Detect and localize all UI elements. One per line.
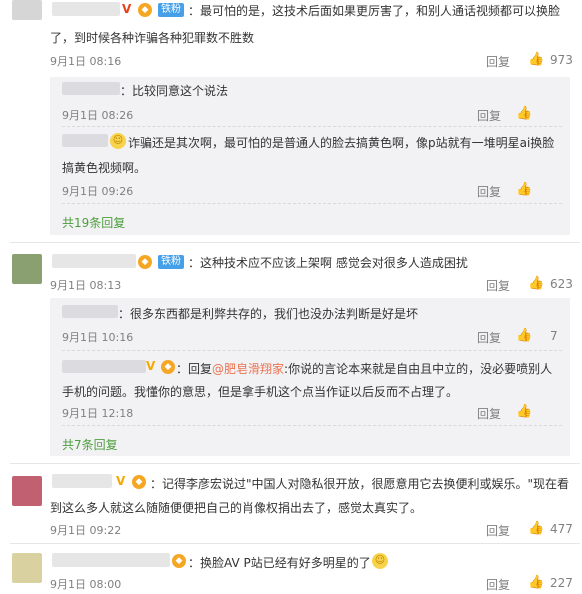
verified-badge: V	[122, 2, 132, 16]
timestamp: 9月1日 09:22	[50, 524, 122, 537]
reply-text: ：很多东西都是利弊共存的，我们也没办法判断是好是坏	[118, 307, 419, 321]
comment-text: ：换脸AV P站已经有好多明星的了	[188, 556, 371, 570]
reply-button[interactable]: 回复	[477, 107, 501, 124]
reply-prefix: ：回复	[176, 362, 213, 376]
verified-badge: V	[146, 359, 156, 373]
thumbs-up-icon[interactable]: 👍	[528, 521, 544, 536]
username-masked[interactable]	[52, 2, 120, 16]
divider	[62, 425, 562, 426]
fan-badge: 铁粉	[158, 3, 184, 17]
avatar[interactable]	[12, 553, 42, 583]
member-badge-icon: ◆	[132, 475, 146, 489]
thumbs-up-icon[interactable]: 👍	[528, 575, 544, 590]
comment-separator	[10, 242, 580, 243]
reply-text-line: :你说的言论本来就是自由且中立的，没必要喷别人	[284, 362, 553, 376]
like-count: 7	[550, 329, 558, 343]
thumbs-up-icon[interactable]: 👍	[516, 182, 532, 197]
fan-badge: 铁粉	[158, 255, 184, 269]
reply-button[interactable]: 回复	[486, 522, 510, 539]
reply-timestamp: 9月1日 09:26	[62, 185, 134, 198]
reply-timestamp: 9月1日 12:18	[62, 407, 134, 420]
like-count: 973	[550, 53, 573, 67]
mention-link[interactable]: @肥皂滑翔家	[212, 362, 284, 376]
verified-badge: V	[116, 474, 126, 488]
thumbs-up-icon[interactable]: 👍	[528, 52, 544, 67]
smiley-emoji-icon: ☺	[372, 553, 388, 569]
avatar[interactable]	[12, 0, 42, 20]
avatar[interactable]	[12, 254, 42, 284]
reply-timestamp: 9月1日 08:26	[62, 109, 134, 122]
reply-timestamp: 9月1日 10:16	[62, 331, 134, 344]
divider	[62, 126, 562, 127]
comment-separator	[10, 463, 580, 464]
comment-text: ：记得李彦宏说过"中国人对隐私很开放，很愿意用它去换便利或娱乐。"现在看	[150, 477, 570, 491]
more-replies-link[interactable]: 共7条回复	[62, 436, 118, 453]
reply-text: 手机的问题。我懂你的意思，但是拿手机这个点当作证以后反而不占理了。	[62, 385, 459, 399]
reply-username-masked[interactable]	[62, 305, 118, 318]
timestamp: 9月1日 08:16	[50, 55, 122, 68]
reply-text: ：比较同意这个说法	[120, 84, 229, 98]
member-badge-icon: ◆	[138, 255, 152, 269]
thumbs-up-icon[interactable]: 👍	[516, 404, 532, 419]
member-badge-icon: ◆	[172, 554, 186, 568]
like-count: 477	[550, 522, 573, 536]
reply-text: 搞黄色视频啊。	[62, 161, 147, 175]
reply-button[interactable]: 回复	[477, 183, 501, 200]
comment-text: 到这么多人就这么随随便便把自己的肖像权捐出去了，感觉太真实了。	[50, 501, 423, 515]
reply-button[interactable]: 回复	[486, 277, 510, 294]
comment-text: ：这种技术应不应该上架啊 感觉会对很多人造成困扰	[188, 256, 468, 270]
timestamp: 9月1日 08:13	[50, 279, 122, 292]
comment-separator	[10, 543, 580, 544]
member-badge-icon: ◆	[138, 3, 152, 17]
username-masked[interactable]	[52, 553, 170, 567]
reply-button[interactable]: 回复	[486, 576, 510, 593]
avatar[interactable]	[12, 476, 42, 506]
timestamp: 9月1日 08:00	[50, 578, 122, 591]
comment-text: ：最可怕的是，这技术后面如果更厉害了，和别人通话视频都可以换脸	[188, 4, 561, 18]
thumbs-up-icon[interactable]: 👍	[516, 328, 532, 343]
comment-text: 了，到时候各种诈骗各种犯罪数不胜数	[50, 31, 255, 45]
divider	[62, 203, 562, 204]
member-badge-icon: ◆	[161, 360, 175, 374]
thumbs-up-icon[interactable]: 👍	[516, 106, 532, 121]
smiley-emoji-icon: ☺	[110, 133, 126, 149]
reply-username-masked[interactable]	[62, 134, 108, 147]
thumbs-up-icon[interactable]: 👍	[528, 276, 544, 291]
reply-username-masked[interactable]	[62, 82, 120, 95]
replies-box	[50, 77, 570, 235]
reply-text: 诈骗还是其次啊，最可怕的是普通人的脸去搞黄色啊，像p站就有一堆明星ai换脸	[128, 136, 555, 150]
like-count: 623	[550, 277, 573, 291]
reply-button[interactable]: 回复	[486, 53, 510, 70]
reply-text: ：回复@肥皂滑翔家:你说的言论本来就是自由且中立的，没必要喷别人	[176, 360, 552, 377]
username-masked[interactable]	[52, 474, 112, 488]
reply-username-masked[interactable]	[62, 360, 146, 373]
reply-button[interactable]: 回复	[477, 329, 501, 346]
more-replies-link[interactable]: 共19条回复	[62, 214, 125, 231]
reply-button[interactable]: 回复	[477, 405, 501, 422]
like-count: 227	[550, 576, 573, 590]
username-masked[interactable]	[52, 254, 136, 268]
divider	[62, 350, 562, 351]
